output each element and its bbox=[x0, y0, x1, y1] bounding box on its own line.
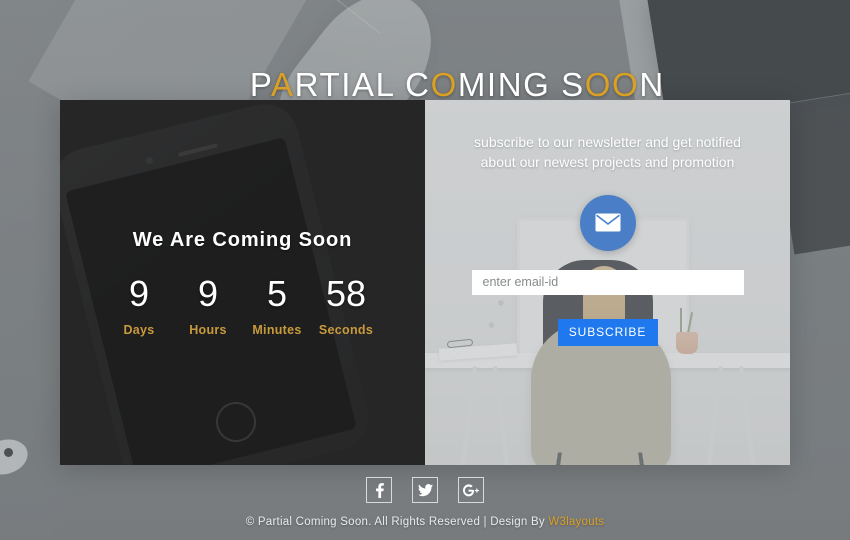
countdown-unit-hours: 9 Hours bbox=[174, 272, 243, 337]
page-header: PARTIAL COMING SOON bbox=[0, 28, 850, 142]
title-segment: MING S bbox=[457, 66, 585, 103]
countdown-label: Days bbox=[123, 322, 155, 337]
countdown-value: 9 bbox=[128, 272, 150, 314]
countdown-value: 58 bbox=[325, 272, 367, 314]
coming-soon-heading: We Are Coming Soon bbox=[132, 228, 353, 251]
countdown-unit-days: 9 Days bbox=[105, 272, 174, 337]
newsletter-panel-content: subscribe to our newsletter and get noti… bbox=[425, 100, 790, 465]
envelope-icon bbox=[579, 194, 636, 251]
countdown-panel-content: We Are Coming Soon 9 Days 9 Hours 5 Minu… bbox=[60, 100, 425, 465]
title-segment-accent: A bbox=[271, 66, 295, 103]
copyright-text: © Partial Coming Soon. All Rights Reserv… bbox=[246, 516, 605, 528]
google-plus-icon[interactable] bbox=[458, 477, 484, 503]
title-segment: RTIAL C bbox=[294, 66, 431, 103]
main-panels: We Are Coming Soon 9 Days 9 Hours 5 Minu… bbox=[60, 100, 790, 465]
countdown-unit-minutes: 5 Minutes bbox=[243, 272, 312, 337]
title-segment-accent: O bbox=[430, 66, 458, 103]
page-title: PARTIAL COMING SOON bbox=[0, 28, 850, 142]
twitter-icon[interactable] bbox=[412, 477, 438, 503]
countdown-panel: We Are Coming Soon 9 Days 9 Hours 5 Minu… bbox=[60, 100, 425, 465]
countdown-timer: 9 Days 9 Hours 5 Minutes 58 Seconds bbox=[105, 272, 381, 337]
copyright-prefix: © Partial Coming Soon. All Rights Reserv… bbox=[245, 516, 549, 528]
subscribe-button[interactable]: SUBSCRIBE bbox=[557, 318, 658, 346]
countdown-value: 5 bbox=[266, 272, 288, 314]
countdown-label: Seconds bbox=[318, 322, 374, 337]
title-segment-accent: OO bbox=[584, 66, 640, 103]
social-links bbox=[366, 477, 484, 503]
countdown-value: 9 bbox=[197, 272, 219, 314]
newsletter-panel: subscribe to our newsletter and get noti… bbox=[425, 100, 790, 465]
countdown-unit-seconds: 58 Seconds bbox=[312, 272, 381, 337]
brand-link[interactable]: W3layouts bbox=[548, 516, 604, 528]
email-input[interactable] bbox=[471, 269, 744, 295]
facebook-icon[interactable] bbox=[366, 477, 392, 503]
page-footer: © Partial Coming Soon. All Rights Reserv… bbox=[0, 465, 850, 540]
countdown-label: Hours bbox=[189, 322, 227, 337]
title-segment: P bbox=[249, 66, 272, 103]
title-segment: N bbox=[639, 66, 665, 103]
countdown-label: Minutes bbox=[252, 322, 302, 337]
coming-soon-page: PARTIAL COMING SOON We Are Coming Soon 9… bbox=[0, 0, 850, 540]
